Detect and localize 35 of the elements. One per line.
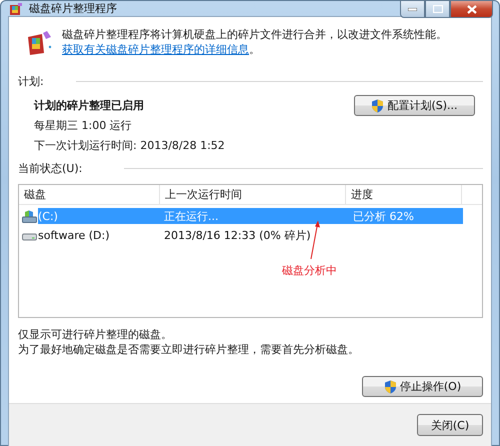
close-dialog-button[interactable]: 关闭(C) (417, 414, 483, 436)
minimize-icon (408, 8, 417, 10)
shield-icon (371, 98, 384, 112)
close-button[interactable] (450, 0, 493, 18)
column-header[interactable]: 进度 (346, 185, 462, 204)
section-label: 计划: (18, 74, 44, 89)
section-label: 当前状态(U): (18, 161, 82, 176)
last-run-cell-text: 正在运行... (163, 208, 220, 224)
schedule-time: 每星期三 1:00 运行 (34, 118, 133, 133)
description-text: 磁盘碎片整理程序将计算机硬盘上的碎片文件进行合并，以改进文件系统性能。 获取有关磁盘碎片整理程序的详细信息。 (62, 27, 448, 57)
details-link[interactable]: 获取有关磁盘碎片整理程序的详细信息 (62, 43, 249, 56)
column-header[interactable]: 上一次运行时间 (160, 185, 346, 204)
note-text: 仅显示可进行碎片整理的磁盘。 (18, 328, 173, 341)
stop-button[interactable]: 停止操作(O) (362, 376, 483, 397)
column-header[interactable]: 磁盘 (19, 185, 160, 204)
last-run-cell-text: 2013/8/16 12:33 (0% 碎片) (163, 228, 312, 242)
defrag-icon (9, 2, 23, 16)
maximize-icon (432, 5, 442, 13)
schedule-status: 计划的碎片整理已启用 (34, 98, 145, 113)
configure-schedule-button[interactable]: 配置计划(S)... (354, 95, 475, 116)
progress-cell-text: 已分析 62% (352, 208, 414, 224)
note-text: 为了最好地确定磁盘是否需要立即进行碎片整理，需要首先分析磁盘。 (18, 343, 360, 356)
minimize-button[interactable] (400, 0, 425, 18)
annotation-text: 磁盘分析中 (282, 263, 337, 278)
disk-name: software (D:) (38, 228, 110, 242)
maximize-button[interactable] (425, 0, 450, 18)
disk-name: (C:) (38, 210, 59, 222)
system-drive-icon (22, 210, 37, 222)
annotation-arrow (309, 220, 321, 260)
defrag-icon (26, 29, 54, 57)
close-icon (466, 4, 476, 14)
next-run-text: 下一次计划运行时间: 2013/8/28 1:52 (34, 138, 225, 153)
disk-row[interactable]: software (D:) 2013/8/16 12:33 (0% 碎片) (38, 227, 463, 243)
window-title: 磁盘碎片整理程序 (29, 1, 117, 16)
shield-icon (384, 380, 397, 394)
